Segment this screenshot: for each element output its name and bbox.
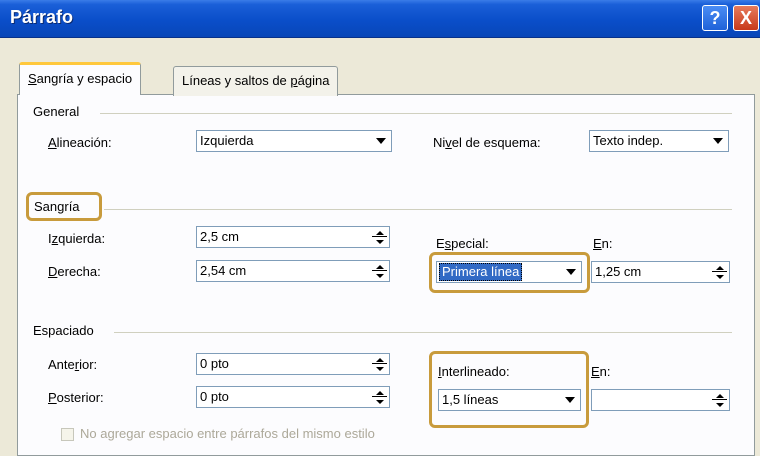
help-button[interactable]: ? (702, 5, 728, 31)
close-icon: X (739, 7, 752, 28)
anterior-spinner[interactable] (370, 355, 388, 373)
sangria-en-spinner[interactable] (710, 263, 728, 281)
tab-label-post: ágina (297, 73, 330, 88)
nivel-esquema-label: Nivel de esquema: (433, 135, 541, 150)
sangria-en-value: 1,25 cm (595, 264, 642, 279)
posterior-spinner[interactable] (370, 388, 388, 406)
especial-highlight (429, 252, 590, 293)
izquierda-value: 2,5 cm (200, 229, 240, 244)
posterior-value: 0 pto (200, 389, 229, 404)
sangria-en-input[interactable]: 1,25 cm (591, 261, 730, 283)
derecha-spinner[interactable] (370, 262, 388, 280)
tab-lineas-saltos[interactable]: Líneas y saltos de página (173, 66, 339, 96)
espaciado-en-label: En: (591, 364, 611, 379)
tab-label-accel: S (28, 71, 37, 86)
espaciado-en-spinner[interactable] (710, 391, 728, 409)
no-agregar-label: No agregar espacio entre párrafos del mi… (80, 426, 375, 441)
tab-sangria-espacio[interactable]: Sangría y espacio (19, 62, 142, 95)
izquierda-label: Izquierda: (48, 231, 106, 246)
derecha-label: Derecha: (48, 264, 101, 279)
tab-label-post: angría y espacio (36, 71, 133, 86)
no-agregar-checkbox[interactable] (61, 428, 74, 441)
section-general-title: General (33, 104, 84, 119)
izquierda-input[interactable]: 2,5 cm (196, 226, 390, 248)
nivel-esquema-select[interactable]: Texto indep. (589, 130, 729, 152)
chevron-down-icon[interactable] (372, 132, 390, 150)
anterior-label: Anterior: (48, 357, 98, 372)
interlineado-highlight (429, 351, 589, 428)
especial-label: Especial: (436, 236, 489, 251)
chevron-down-icon[interactable] (709, 132, 727, 150)
posterior-label: Posterior: (48, 390, 104, 405)
posterior-input[interactable]: 0 pto (196, 386, 390, 408)
espaciado-en-input[interactable] (591, 389, 730, 411)
nivel-esquema-value: Texto indep. (593, 133, 664, 148)
title-bar: Párrafo ? X (0, 0, 760, 38)
sangria-divider (104, 209, 732, 210)
espaciado-divider (114, 332, 732, 333)
alineacion-value: Izquierda (200, 133, 254, 148)
dialog-title: Párrafo (10, 7, 74, 27)
alineacion-label: Alineación: (48, 135, 112, 150)
tab-label-pre: Líneas y saltos de (182, 73, 291, 88)
anterior-input[interactable]: 0 pto (196, 353, 390, 375)
section-espaciado-title: Espaciado (33, 323, 98, 338)
izquierda-spinner[interactable] (370, 228, 388, 246)
sangria-highlight (26, 192, 102, 221)
tab-label-accel: p (290, 73, 298, 88)
help-icon: ? (709, 7, 721, 28)
anterior-value: 0 pto (200, 356, 229, 371)
alineacion-select[interactable]: Izquierda (196, 130, 392, 152)
general-divider (100, 113, 732, 114)
sangria-en-label: En: (593, 236, 613, 251)
derecha-input[interactable]: 2,54 cm (196, 260, 390, 282)
derecha-value: 2,54 cm (200, 263, 247, 278)
close-button[interactable]: X (733, 5, 759, 31)
